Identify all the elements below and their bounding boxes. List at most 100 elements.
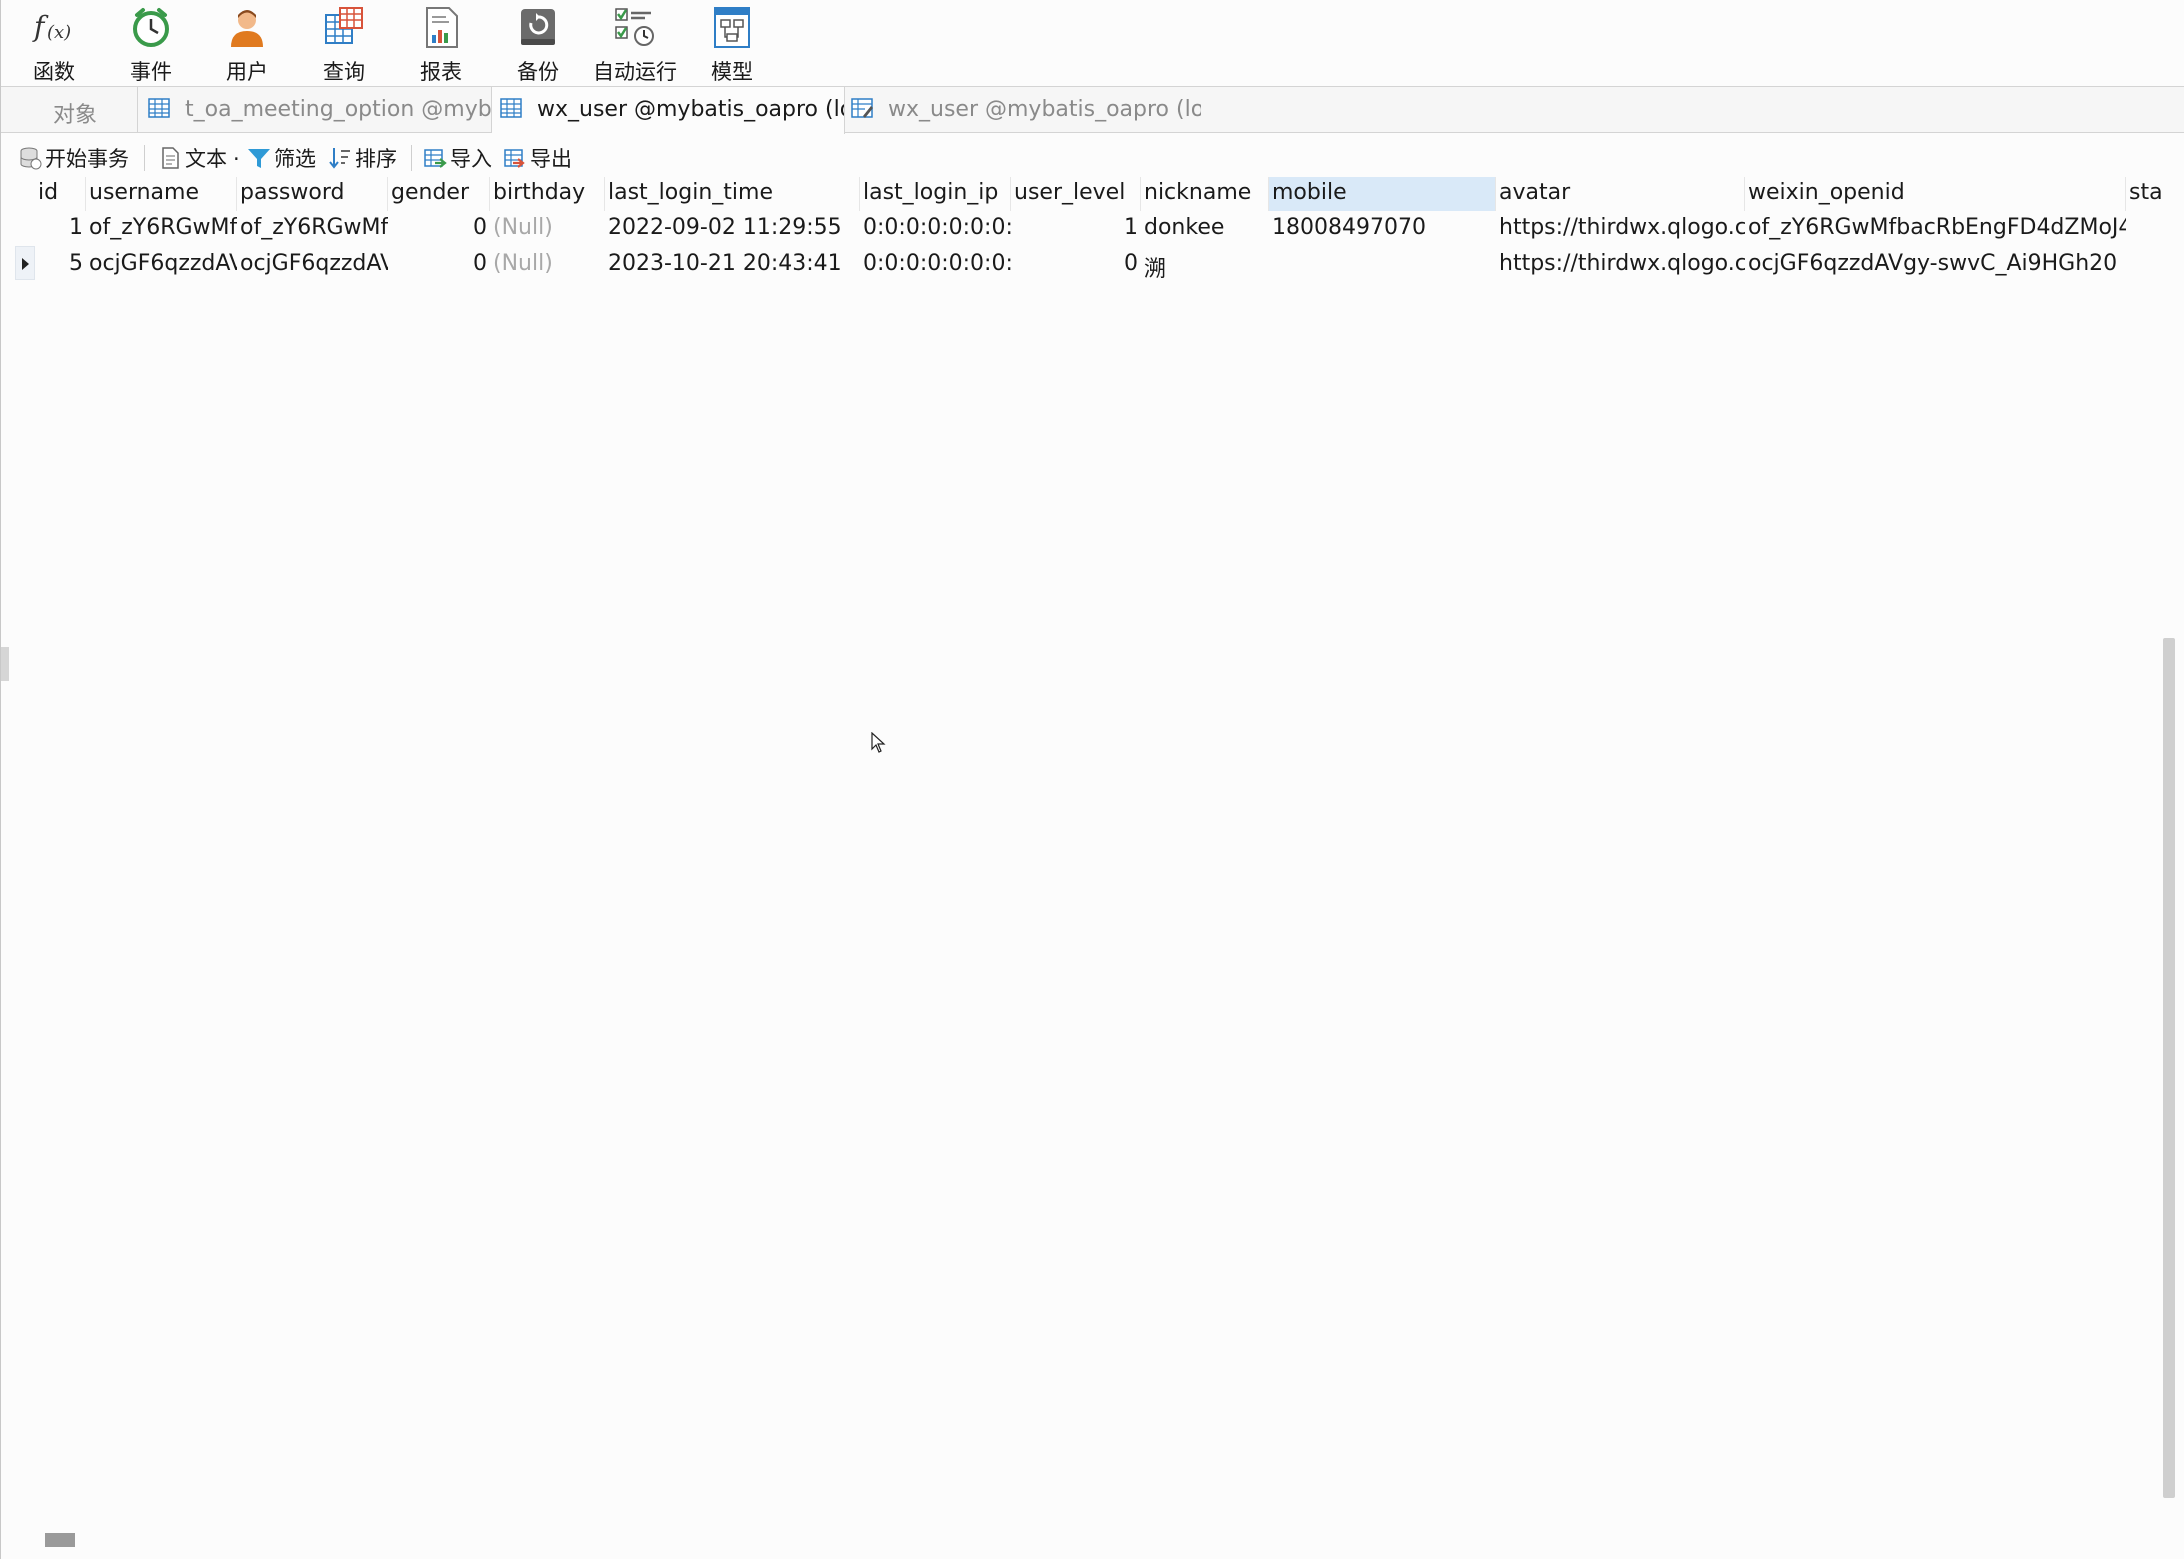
function-icon: f (x) (32, 10, 71, 43)
cell-nickname[interactable]: 溯 (1141, 246, 1269, 282)
export-label: 导出 (530, 147, 572, 171)
model-icon (714, 7, 750, 48)
ribbon-report-label: 报表 (420, 60, 462, 84)
mouse-pointer-icon (871, 732, 886, 753)
sort-icon (329, 148, 350, 169)
ribbon-user-button[interactable]: 用户 (199, 0, 295, 86)
ribbon-function-button[interactable]: f (x) 函数 (6, 0, 102, 86)
cell-birthday[interactable]: (Null) (490, 246, 605, 282)
backup-icon (521, 9, 555, 45)
cell-mobile[interactable]: 18008497070 (1269, 210, 1496, 246)
column-header-status[interactable]: sta (2126, 177, 2165, 211)
table-icon (148, 98, 170, 118)
svg-text:(x): (x) (47, 22, 71, 43)
cell-birthday[interactable]: (Null) (490, 210, 605, 246)
filter-label: 筛选 (274, 147, 316, 171)
column-header-mobile[interactable]: mobile (1269, 177, 1496, 211)
toolbar-divider (411, 145, 412, 171)
database-icon (20, 147, 42, 170)
cell-gender[interactable]: 0 (388, 210, 490, 246)
tab-strip: 对象 t_oa_meeting_option @myb... wx_user @… (1, 86, 2184, 134)
tab-wx-user-design[interactable]: wx_user @mybatis_oapro (lo... (845, 87, 1201, 133)
sort-button[interactable]: 排序 (328, 143, 397, 173)
column-header-user-level[interactable]: user_level (1011, 177, 1141, 211)
query-table-icon (325, 7, 363, 44)
tab-t-oa-meeting-option[interactable]: t_oa_meeting_option @myb... (138, 87, 492, 133)
cell-user-level[interactable]: 1 (1011, 210, 1141, 246)
export-button[interactable]: 导出 (503, 143, 572, 173)
cell-status[interactable] (2126, 246, 2165, 282)
filter-funnel-icon (248, 149, 270, 168)
column-header-birthday[interactable]: birthday (490, 177, 605, 211)
tab-objects-label: 对象 (53, 103, 98, 128)
cell-password[interactable]: ocjGF6qzzdAVgy-swvC_Ai9HGh20 (237, 246, 388, 282)
ribbon-report-button[interactable]: 报表 (393, 0, 489, 86)
cell-last-login-ip[interactable]: 0:0:0:0:0:0:0:1 (860, 246, 1011, 282)
ribbon-function-label: 函数 (33, 60, 75, 84)
cell-id[interactable]: 5 (35, 246, 86, 282)
navicat-window: f (x) 函数 事件 用户 查询 报表 备份 自动运行 模型 对象 t_oa_… (0, 0, 2184, 1559)
cell-gender[interactable]: 0 (388, 246, 490, 282)
cell-avatar[interactable]: https://thirdwx.qlogo.cn/ (1496, 210, 1745, 246)
begin-transaction-label: 开始事务 (45, 147, 129, 171)
column-header-last-login-time[interactable]: last_login_time (605, 177, 860, 211)
text-document-icon (162, 147, 179, 169)
column-header-id[interactable]: id (35, 177, 86, 211)
cell-user-level[interactable]: 0 (1011, 246, 1141, 282)
table-icon (500, 98, 522, 118)
grid-header: id username password gender birthday las… (15, 177, 2165, 211)
tab-objects[interactable]: 对象 (1, 87, 138, 133)
tab-wx-user-data[interactable]: wx_user @mybatis_oapro (lo... (492, 87, 845, 134)
column-header-username[interactable]: username (86, 177, 237, 211)
ribbon-backup-button[interactable]: 备份 (490, 0, 586, 86)
cell-last-login-ip[interactable]: 0:0:0:0:0:0:0:1 (860, 210, 1011, 246)
ribbon-user-label: 用户 (226, 60, 268, 84)
begin-transaction-button[interactable]: 开始事务 (18, 143, 129, 173)
cell-status[interactable] (2126, 210, 2165, 246)
cell-username[interactable]: of_zY6RGwMfbacRbEngFD4dZMoJ4 (86, 210, 237, 246)
cell-mobile[interactable] (1269, 246, 1496, 282)
schedule-icon (615, 8, 654, 46)
table-design-icon (851, 98, 873, 118)
toolbar-divider (144, 145, 145, 171)
chevron-down-icon: · (233, 147, 240, 171)
cell-last-login-time[interactable]: 2022-09-02 11:29:55 (605, 210, 860, 246)
cell-password[interactable]: of_zY6RGwMfbacRbEngFD4dZMoJ4 (237, 210, 388, 246)
user-icon (231, 10, 263, 47)
column-header-weixin-openid[interactable]: weixin_openid (1745, 177, 2126, 211)
cell-nickname[interactable]: donkee (1141, 210, 1269, 246)
ribbon-query-label: 查询 (323, 60, 365, 84)
ribbon-event-label: 事件 (130, 60, 172, 84)
sort-label: 排序 (355, 147, 397, 171)
cell-weixin-openid[interactable]: ocjGF6qzzdAVgy-swvC_Ai9HGh20 (1745, 246, 2126, 282)
grid-toolbar: 开始事务 文本 · 筛选 排序 导入 导出 (1, 137, 2184, 177)
cell-weixin-openid[interactable]: of_zY6RGwMfbacRbEngFD4dZMoJ4 (1745, 210, 2126, 246)
export-icon (504, 149, 525, 168)
table-row[interactable]: 5 ocjGF6qzzdAVgy-swvC_Ai9HGh20 ocjGF6qzz… (15, 246, 2165, 282)
tab-wx-user-data-label: wx_user @mybatis_oapro (lo... (537, 97, 845, 122)
ribbon-backup-label: 备份 (517, 60, 559, 84)
cell-avatar[interactable]: https://thirdwx.qlogo.cn/ (1496, 246, 1745, 282)
import-button[interactable]: 导入 (423, 143, 492, 173)
column-header-nickname[interactable]: nickname (1141, 177, 1269, 211)
panel-splitter-handle[interactable] (1, 647, 9, 681)
ribbon-model-button[interactable]: 模型 (684, 0, 780, 86)
cell-id[interactable]: 1 (35, 210, 86, 246)
column-header-avatar[interactable]: avatar (1496, 177, 1745, 211)
cell-last-login-time[interactable]: 2023-10-21 20:43:41 (605, 246, 860, 282)
tab-wx-user-design-label: wx_user @mybatis_oapro (lo... (888, 97, 1201, 122)
ribbon-query-button[interactable]: 查询 (296, 0, 392, 86)
ribbon-event-button[interactable]: 事件 (103, 0, 199, 86)
horizontal-scrollbar-thumb[interactable] (45, 1533, 75, 1547)
column-header-password[interactable]: password (237, 177, 388, 211)
tab-t-oa-meeting-option-label: t_oa_meeting_option @myb... (185, 97, 492, 122)
filter-button[interactable]: 筛选 (247, 143, 316, 173)
cell-username[interactable]: ocjGF6qzzdAVgy-swvC_Ai9HGh20 (86, 246, 237, 282)
ribbon-schedule-button[interactable]: 自动运行 (587, 0, 683, 86)
vertical-scrollbar-thumb[interactable] (2163, 638, 2175, 1498)
text-view-button[interactable]: 文本 · (158, 143, 240, 173)
table-row[interactable]: 1 of_zY6RGwMfbacRbEngFD4dZMoJ4 of_zY6RGw… (15, 210, 2165, 246)
column-header-last-login-ip[interactable]: last_login_ip (860, 177, 1011, 211)
column-header-gender[interactable]: gender (388, 177, 490, 211)
ribbon-model-label: 模型 (711, 60, 753, 84)
